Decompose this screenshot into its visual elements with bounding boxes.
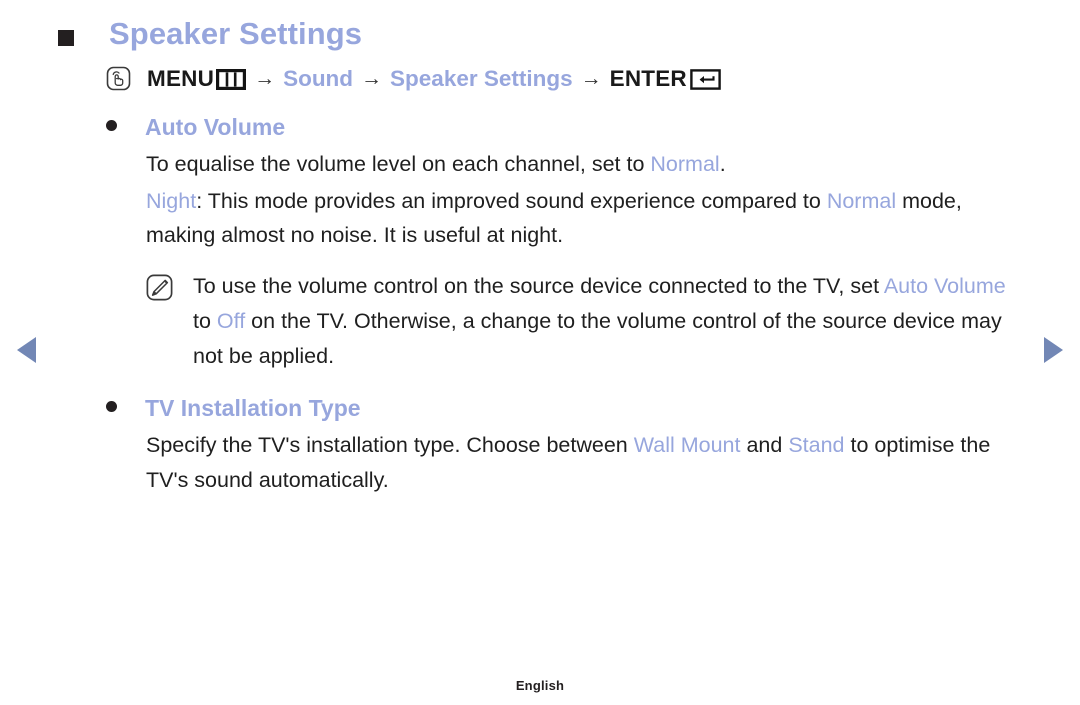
paragraph-night-mode-desc: Night: This mode provides an improved so…: [146, 184, 1023, 254]
footer-language: English: [515, 678, 565, 693]
menu-path-breadcrumb: MENU → Sound → Speaker Settings → ENTER: [106, 64, 1023, 93]
section-label: Auto Volume: [145, 113, 286, 140]
previous-page-arrow-icon[interactable]: [17, 337, 36, 363]
touch-press-icon: [106, 66, 131, 91]
highlighted-term: Normal: [650, 151, 720, 176]
highlighted-term: Normal: [826, 188, 897, 213]
enter-label: ENTER: [609, 65, 687, 91]
body-text-run: and: [740, 432, 789, 457]
manual-page: Speaker Settings MENU → Sound → Speaker …: [0, 0, 1080, 705]
round-bullet-icon: [106, 119, 117, 131]
paragraph-tv-installation-desc: Specify the TV's installation type. Choo…: [146, 428, 1023, 498]
section-heading-auto-volume: Auto Volume: [106, 113, 1023, 143]
content-column: Speaker Settings MENU → Sound → Speaker …: [58, 14, 1023, 497]
menu-label: MENU: [147, 65, 215, 91]
path-arrow-2: →: [361, 66, 383, 90]
square-bullet-icon: [58, 30, 74, 46]
page-title-row: Speaker Settings: [58, 14, 1023, 54]
enter-key-icon: [690, 68, 721, 90]
highlighted-term: Off: [216, 309, 246, 334]
sections-container: Auto Volume To equalise the volume level …: [58, 113, 1023, 497]
section-label: TV Installation Type: [145, 394, 361, 421]
body-text-run: on the TV. Otherwise, a change to the vo…: [193, 309, 1002, 368]
section-heading-tv-installation-type: TV Installation Type: [106, 394, 1023, 424]
body-text-run: To equalise the volume level on each cha…: [146, 151, 651, 176]
body-text-run: .: [719, 151, 726, 176]
path-arrow-1: →: [254, 66, 276, 90]
body-text-run: To use the volume control on the source …: [193, 274, 884, 299]
menu-key-icon: [216, 68, 247, 90]
menu-path-item-speaker-settings[interactable]: Speaker Settings: [390, 64, 573, 93]
path-arrow-3: →: [580, 66, 602, 90]
round-bullet-icon: [106, 400, 117, 412]
highlighted-term: Night: [146, 188, 197, 213]
body-text-run: Specify the TV's installation type. Choo…: [146, 432, 634, 457]
body-text-run: to: [193, 309, 217, 334]
paragraph-auto-volume-desc: To equalise the volume level on each cha…: [146, 147, 1023, 182]
menu-path-item-sound[interactable]: Sound: [283, 64, 353, 93]
note-pencil-icon: [146, 274, 173, 301]
next-page-arrow-icon[interactable]: [1044, 337, 1063, 363]
page-title: Speaker Settings: [109, 16, 363, 51]
highlighted-term: Wall Mount: [633, 432, 741, 457]
note-text: To use the volume control on the source …: [193, 269, 1013, 373]
highlighted-term: Auto Volume: [883, 274, 1006, 299]
highlighted-term: Stand: [788, 432, 845, 457]
body-text-run: : This mode provides an improved sound e…: [196, 188, 827, 213]
note-block: To use the volume control on the source …: [146, 269, 1023, 373]
